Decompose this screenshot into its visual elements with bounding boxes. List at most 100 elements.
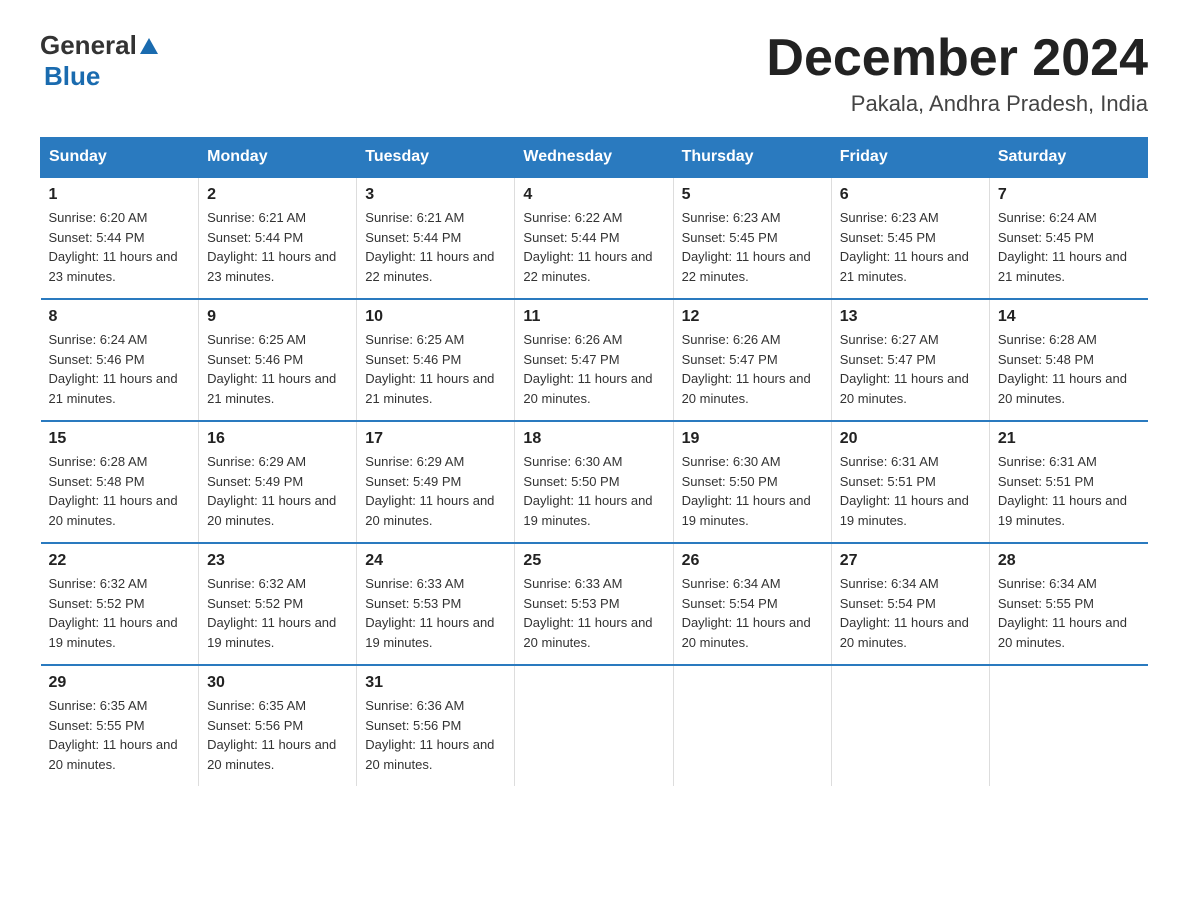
day-number: 17 [365,430,506,448]
calendar-location: Pakala, Andhra Pradesh, India [766,91,1148,117]
header-tuesday: Tuesday [357,138,515,178]
day-number: 10 [365,308,506,326]
calendar-day-cell: 28 Sunrise: 6:34 AM Sunset: 5:55 PM Dayl… [989,543,1147,665]
day-number: 11 [523,308,664,326]
day-number: 16 [207,430,348,448]
calendar-day-cell: 19 Sunrise: 6:30 AM Sunset: 5:50 PM Dayl… [673,421,831,543]
day-info: Sunrise: 6:34 AM Sunset: 5:54 PM Dayligh… [682,574,823,652]
calendar-day-cell: 2 Sunrise: 6:21 AM Sunset: 5:44 PM Dayli… [199,177,357,299]
header-friday: Friday [831,138,989,178]
day-number: 3 [365,186,506,204]
calendar-table: Sunday Monday Tuesday Wednesday Thursday… [40,137,1148,786]
day-info: Sunrise: 6:23 AM Sunset: 5:45 PM Dayligh… [840,208,981,286]
day-number: 2 [207,186,348,204]
calendar-day-cell: 23 Sunrise: 6:32 AM Sunset: 5:52 PM Dayl… [199,543,357,665]
day-info: Sunrise: 6:22 AM Sunset: 5:44 PM Dayligh… [523,208,664,286]
calendar-week-row: 29 Sunrise: 6:35 AM Sunset: 5:55 PM Dayl… [41,665,1148,786]
day-number: 26 [682,552,823,570]
calendar-day-cell [831,665,989,786]
calendar-body: 1 Sunrise: 6:20 AM Sunset: 5:44 PM Dayli… [41,177,1148,786]
calendar-day-cell: 8 Sunrise: 6:24 AM Sunset: 5:46 PM Dayli… [41,299,199,421]
page-header: General Blue December 2024 Pakala, Andhr… [40,30,1148,117]
logo-triangle-icon [140,37,158,60]
day-info: Sunrise: 6:31 AM Sunset: 5:51 PM Dayligh… [998,452,1140,530]
calendar-day-cell: 27 Sunrise: 6:34 AM Sunset: 5:54 PM Dayl… [831,543,989,665]
day-info: Sunrise: 6:28 AM Sunset: 5:48 PM Dayligh… [49,452,191,530]
calendar-day-cell: 13 Sunrise: 6:27 AM Sunset: 5:47 PM Dayl… [831,299,989,421]
day-number: 14 [998,308,1140,326]
calendar-day-cell: 17 Sunrise: 6:29 AM Sunset: 5:49 PM Dayl… [357,421,515,543]
day-info: Sunrise: 6:35 AM Sunset: 5:56 PM Dayligh… [207,696,348,774]
calendar-day-cell [673,665,831,786]
day-number: 13 [840,308,981,326]
day-number: 28 [998,552,1140,570]
calendar-day-cell: 14 Sunrise: 6:28 AM Sunset: 5:48 PM Dayl… [989,299,1147,421]
calendar-day-cell: 3 Sunrise: 6:21 AM Sunset: 5:44 PM Dayli… [357,177,515,299]
day-info: Sunrise: 6:34 AM Sunset: 5:55 PM Dayligh… [998,574,1140,652]
day-info: Sunrise: 6:25 AM Sunset: 5:46 PM Dayligh… [207,330,348,408]
day-info: Sunrise: 6:21 AM Sunset: 5:44 PM Dayligh… [365,208,506,286]
title-area: December 2024 Pakala, Andhra Pradesh, In… [766,30,1148,117]
day-number: 9 [207,308,348,326]
day-number: 18 [523,430,664,448]
day-number: 5 [682,186,823,204]
calendar-day-cell: 29 Sunrise: 6:35 AM Sunset: 5:55 PM Dayl… [41,665,199,786]
calendar-day-cell: 7 Sunrise: 6:24 AM Sunset: 5:45 PM Dayli… [989,177,1147,299]
day-info: Sunrise: 6:26 AM Sunset: 5:47 PM Dayligh… [523,330,664,408]
day-info: Sunrise: 6:33 AM Sunset: 5:53 PM Dayligh… [365,574,506,652]
day-info: Sunrise: 6:33 AM Sunset: 5:53 PM Dayligh… [523,574,664,652]
day-number: 29 [49,674,191,692]
calendar-day-cell: 30 Sunrise: 6:35 AM Sunset: 5:56 PM Dayl… [199,665,357,786]
calendar-day-cell: 24 Sunrise: 6:33 AM Sunset: 5:53 PM Dayl… [357,543,515,665]
calendar-day-cell [515,665,673,786]
day-info: Sunrise: 6:30 AM Sunset: 5:50 PM Dayligh… [682,452,823,530]
header-monday: Monday [199,138,357,178]
day-number: 19 [682,430,823,448]
day-info: Sunrise: 6:20 AM Sunset: 5:44 PM Dayligh… [49,208,191,286]
calendar-day-cell: 20 Sunrise: 6:31 AM Sunset: 5:51 PM Dayl… [831,421,989,543]
calendar-day-cell: 5 Sunrise: 6:23 AM Sunset: 5:45 PM Dayli… [673,177,831,299]
day-info: Sunrise: 6:36 AM Sunset: 5:56 PM Dayligh… [365,696,506,774]
day-number: 30 [207,674,348,692]
day-number: 15 [49,430,191,448]
day-info: Sunrise: 6:24 AM Sunset: 5:45 PM Dayligh… [998,208,1140,286]
calendar-day-cell: 22 Sunrise: 6:32 AM Sunset: 5:52 PM Dayl… [41,543,199,665]
day-number: 22 [49,552,191,570]
day-number: 12 [682,308,823,326]
day-info: Sunrise: 6:23 AM Sunset: 5:45 PM Dayligh… [682,208,823,286]
calendar-day-cell: 1 Sunrise: 6:20 AM Sunset: 5:44 PM Dayli… [41,177,199,299]
calendar-week-row: 1 Sunrise: 6:20 AM Sunset: 5:44 PM Dayli… [41,177,1148,299]
calendar-header-row: Sunday Monday Tuesday Wednesday Thursday… [41,138,1148,178]
calendar-day-cell: 12 Sunrise: 6:26 AM Sunset: 5:47 PM Dayl… [673,299,831,421]
calendar-day-cell: 6 Sunrise: 6:23 AM Sunset: 5:45 PM Dayli… [831,177,989,299]
calendar-day-cell [989,665,1147,786]
day-number: 27 [840,552,981,570]
calendar-week-row: 15 Sunrise: 6:28 AM Sunset: 5:48 PM Dayl… [41,421,1148,543]
day-info: Sunrise: 6:35 AM Sunset: 5:55 PM Dayligh… [49,696,191,774]
calendar-day-cell: 18 Sunrise: 6:30 AM Sunset: 5:50 PM Dayl… [515,421,673,543]
day-number: 23 [207,552,348,570]
calendar-day-cell: 21 Sunrise: 6:31 AM Sunset: 5:51 PM Dayl… [989,421,1147,543]
day-info: Sunrise: 6:32 AM Sunset: 5:52 PM Dayligh… [49,574,191,652]
calendar-week-row: 22 Sunrise: 6:32 AM Sunset: 5:52 PM Dayl… [41,543,1148,665]
logo-blue-text: Blue [44,61,100,91]
day-info: Sunrise: 6:31 AM Sunset: 5:51 PM Dayligh… [840,452,981,530]
day-number: 21 [998,430,1140,448]
logo: General Blue [40,30,158,92]
day-info: Sunrise: 6:26 AM Sunset: 5:47 PM Dayligh… [682,330,823,408]
calendar-day-cell: 16 Sunrise: 6:29 AM Sunset: 5:49 PM Dayl… [199,421,357,543]
day-number: 8 [49,308,191,326]
day-info: Sunrise: 6:27 AM Sunset: 5:47 PM Dayligh… [840,330,981,408]
calendar-day-cell: 25 Sunrise: 6:33 AM Sunset: 5:53 PM Dayl… [515,543,673,665]
day-info: Sunrise: 6:25 AM Sunset: 5:46 PM Dayligh… [365,330,506,408]
header-wednesday: Wednesday [515,138,673,178]
day-number: 4 [523,186,664,204]
calendar-day-cell: 31 Sunrise: 6:36 AM Sunset: 5:56 PM Dayl… [357,665,515,786]
calendar-day-cell: 11 Sunrise: 6:26 AM Sunset: 5:47 PM Dayl… [515,299,673,421]
day-info: Sunrise: 6:29 AM Sunset: 5:49 PM Dayligh… [207,452,348,530]
day-info: Sunrise: 6:34 AM Sunset: 5:54 PM Dayligh… [840,574,981,652]
day-number: 20 [840,430,981,448]
day-info: Sunrise: 6:24 AM Sunset: 5:46 PM Dayligh… [49,330,191,408]
header-sunday: Sunday [41,138,199,178]
calendar-day-cell: 26 Sunrise: 6:34 AM Sunset: 5:54 PM Dayl… [673,543,831,665]
